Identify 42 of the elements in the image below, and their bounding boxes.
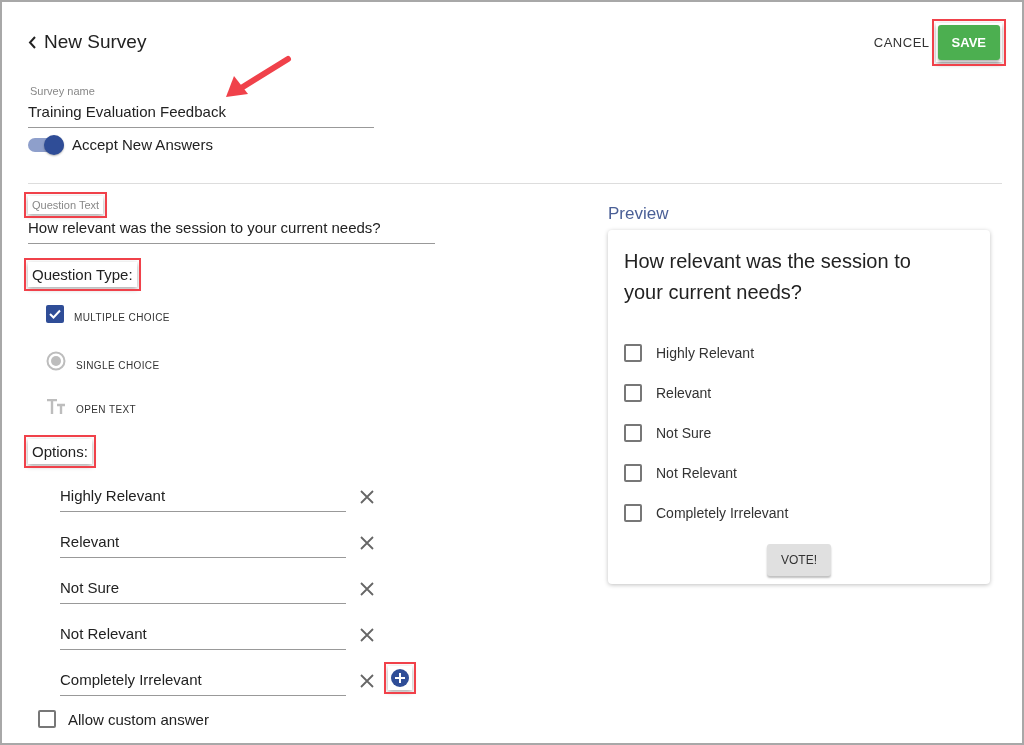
choice-label: Not Relevant — [656, 465, 737, 481]
question-text-field[interactable]: How relevant was the session to your current needs? — [28, 214, 435, 244]
section-heading: Options: — [31, 442, 89, 462]
toggle-switch[interactable] — [28, 137, 64, 152]
checkbox[interactable] — [624, 464, 642, 482]
radio-icon[interactable] — [46, 351, 66, 371]
preview-question: How relevant was the session to your current needs? — [624, 249, 912, 305]
checkbox[interactable] — [624, 424, 642, 442]
field-label: Question Text — [31, 198, 101, 212]
checkbox[interactable] — [624, 344, 642, 362]
checkbox-icon[interactable] — [46, 305, 64, 323]
toggle-label: Accept New Answers — [72, 136, 213, 153]
toggle-thumb[interactable] — [44, 134, 64, 155]
choice-label: Highly Relevant — [656, 345, 755, 361]
question-type-option[interactable]: OPEN TEXT — [76, 404, 137, 415]
checkbox[interactable] — [624, 504, 642, 522]
choice-label: Not Sure — [656, 425, 712, 441]
section-heading: Question Type: — [31, 265, 134, 285]
survey-name-field[interactable]: Training Evaluation Feedback — [28, 98, 374, 128]
option-field[interactable]: Relevant — [60, 528, 346, 558]
option-field[interactable]: Not Relevant — [60, 620, 346, 650]
checkbox[interactable] — [38, 710, 56, 728]
checkbox[interactable] — [624, 384, 642, 402]
choice-label: Relevant — [656, 385, 712, 401]
option-field[interactable]: Highly Relevant — [60, 482, 346, 512]
cancel-button[interactable]: CANCEL — [871, 28, 932, 56]
option-field[interactable]: Completely Irrelevant — [60, 666, 346, 696]
option-field[interactable]: Not Sure — [60, 574, 346, 604]
close-icon[interactable] — [360, 582, 374, 596]
question-type-option[interactable]: SINGLE CHOICE — [76, 360, 160, 371]
close-icon[interactable] — [360, 490, 374, 504]
vote-button[interactable]: VOTE! — [767, 544, 831, 576]
checkbox-label: Allow custom answer — [68, 710, 209, 728]
back-chevron-icon[interactable] — [28, 35, 36, 49]
question-type-option[interactable]: MULTIPLE CHOICE — [74, 312, 170, 323]
close-icon[interactable] — [360, 536, 374, 550]
choice-label: Completely Irrelevant — [656, 505, 789, 521]
page-title: New Survey — [44, 31, 147, 53]
close-icon[interactable] — [360, 674, 374, 688]
field-label: Survey name — [29, 84, 96, 98]
close-icon[interactable] — [360, 628, 374, 642]
preview-title: Preview — [608, 204, 670, 224]
